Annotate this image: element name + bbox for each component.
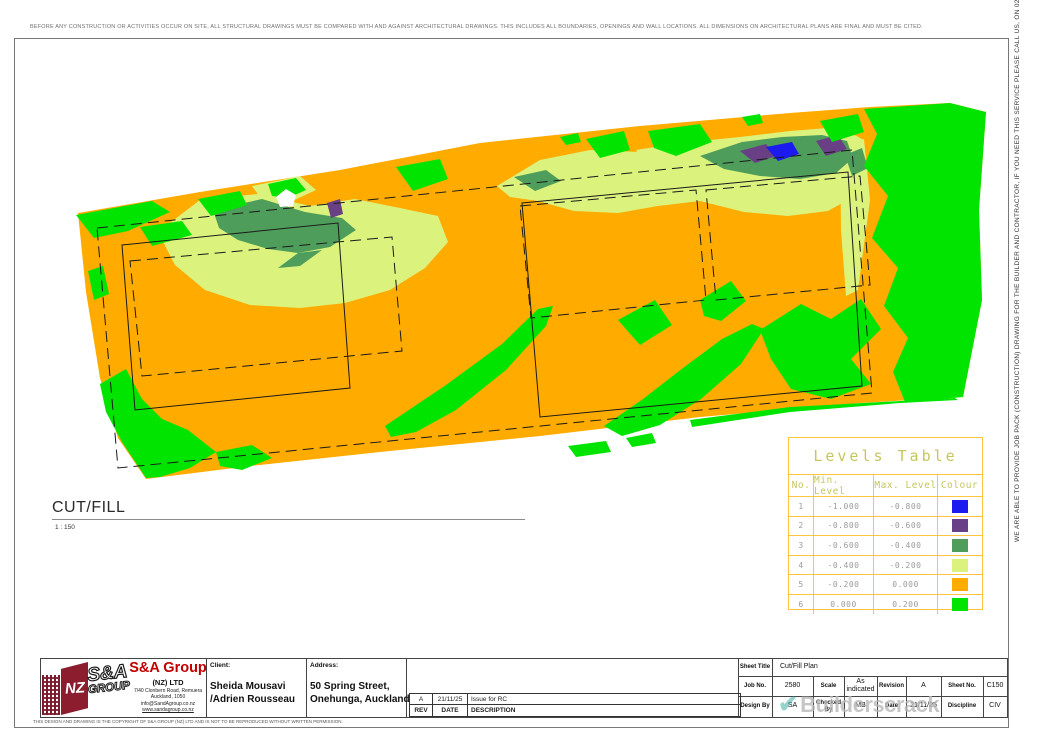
job-no-value: 2580 <box>772 676 813 696</box>
job-no-label: Job No. <box>738 676 772 696</box>
colour-chip <box>952 500 968 513</box>
nz-logo: NZ <box>61 662 88 715</box>
company-address: 7/40 Clonbern Road, Remuera Auckland, 10… <box>129 688 207 714</box>
drawing-title: CUT/FILL <box>52 499 125 517</box>
col-header-min: Min. Level <box>814 475 874 496</box>
levels-row: 4 -0.400 -0.200 <box>789 556 982 576</box>
levels-row: 1 -1.000 -0.800 <box>789 497 982 517</box>
colour-chip <box>952 539 968 552</box>
scale-value: As indicated <box>844 676 877 696</box>
side-note-vertical: WE ARE ABLE TO PROVIDE JOB PACK (CONSTRU… <box>1014 40 1030 542</box>
sheet-no-label: Sheet No. <box>941 676 983 696</box>
qr-code <box>42 675 60 715</box>
checked-by-value: MB <box>844 696 877 717</box>
colour-chip <box>952 578 968 591</box>
revision-row: A 21/11/25 Issue for RC <box>410 694 740 705</box>
sheet-title-label: Sheet Title <box>738 659 772 676</box>
date-value: 21/11/25 <box>906 696 941 717</box>
levels-row: 3 -0.600 -0.400 <box>789 536 982 556</box>
company-name: S&A Group <box>129 660 207 676</box>
scale-label: Scale <box>813 676 844 696</box>
copyright-note: THIS DESIGN AND DRAWING IS THE COPYRIGHT… <box>33 719 343 724</box>
col-header-max: Max. Level <box>874 475 938 496</box>
revision-table: A 21/11/25 Issue for RC REV DATE DESCRIP… <box>409 693 741 717</box>
client-label: Client: <box>210 662 230 669</box>
colour-chip <box>952 598 968 611</box>
address-label: Address: <box>310 662 338 669</box>
date-label: Date <box>877 696 906 717</box>
sa-group-logo: S&A GROUP <box>86 662 131 697</box>
levels-row: 5 -0.200 0.000 <box>789 575 982 595</box>
drawing-sheet: { "page": { "top_disclaimer": "BEFORE AN… <box>0 0 1044 738</box>
divider <box>306 659 307 717</box>
design-by-label: Design By <box>738 696 772 717</box>
sheet-title-value: Cut/Fill Plan <box>772 659 1015 676</box>
levels-table: Levels Table No. Min. Level Max. Level C… <box>788 437 983 610</box>
discipline-label: Discipline <box>941 696 983 717</box>
company-subtitle: (NZ) LTD <box>129 678 207 687</box>
drawing-title-rule <box>52 519 525 520</box>
discipline-value: CIV <box>983 696 1007 717</box>
sheet-border <box>14 38 1009 728</box>
col-header-colour: Colour <box>938 475 981 496</box>
colour-chip <box>952 559 968 572</box>
top-disclaimer: BEFORE ANY CONSTRUCTION OR ACTIVITIES OC… <box>30 24 1010 30</box>
col-header-no: No. <box>789 475 814 496</box>
design-by-value: SA <box>772 696 813 717</box>
revision-label: Revision <box>877 676 906 696</box>
revision-header-row: REV DATE DESCRIPTION <box>410 705 740 716</box>
title-block: NZ S&A GROUP S&A Group (NZ) LTD 7/40 Clo… <box>40 658 1008 718</box>
checked-by-label: Checked By <box>813 696 844 717</box>
client-value: Sheida Mousavi /Adrien Rousseau <box>210 681 295 706</box>
revision-value: A <box>906 676 941 696</box>
levels-row: 2 -0.800 -0.600 <box>789 517 982 537</box>
address-value: 50 Spring Street, Onehunga, Auckland <box>310 681 410 706</box>
company-website-link[interactable]: www.sandagroup.co.nz <box>129 707 207 713</box>
colour-chip <box>952 519 968 532</box>
sheet-no-value: C150 <box>983 676 1007 696</box>
levels-table-header: No. Min. Level Max. Level Colour <box>789 475 982 497</box>
levels-table-title: Levels Table <box>789 438 982 475</box>
drawing-scale: 1 : 150 <box>55 524 75 531</box>
levels-row: 6 0.000 0.200 <box>789 595 982 614</box>
